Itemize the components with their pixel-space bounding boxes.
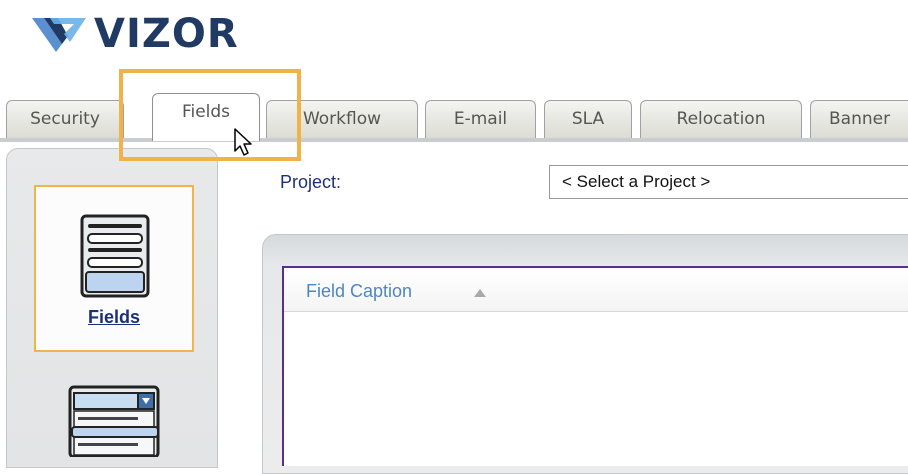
project-select[interactable]: < Select a Project > — [549, 165, 908, 199]
sidebar-item-fields[interactable]: Fields — [34, 185, 194, 352]
fields-form-icon — [80, 214, 150, 298]
tab-e-mail[interactable]: E-mail — [425, 100, 536, 138]
tab-banner[interactable]: Banner — [810, 100, 908, 138]
dropdown-list-icon[interactable] — [68, 385, 162, 457]
fields-grid: Field Caption — [282, 266, 908, 466]
column-header-field-caption[interactable]: Field Caption — [306, 281, 412, 302]
vizor-logo-mark-icon — [32, 18, 86, 52]
mouse-cursor-icon — [234, 128, 252, 156]
sort-ascending-icon[interactable] — [474, 289, 486, 297]
grid-header-row: Field Caption — [284, 268, 908, 312]
project-label: Project: — [280, 172, 342, 192]
sidebar-item-label: Fields — [87, 307, 140, 327]
tab-security[interactable]: Security — [6, 100, 124, 138]
vizor-logo: VIZOR — [30, 8, 239, 60]
tab-highlight-box — [119, 69, 301, 161]
tab-sla[interactable]: SLA — [544, 100, 632, 138]
tab-relocation[interactable]: Relocation — [640, 100, 802, 138]
brand-name: VIZOR — [94, 11, 239, 57]
